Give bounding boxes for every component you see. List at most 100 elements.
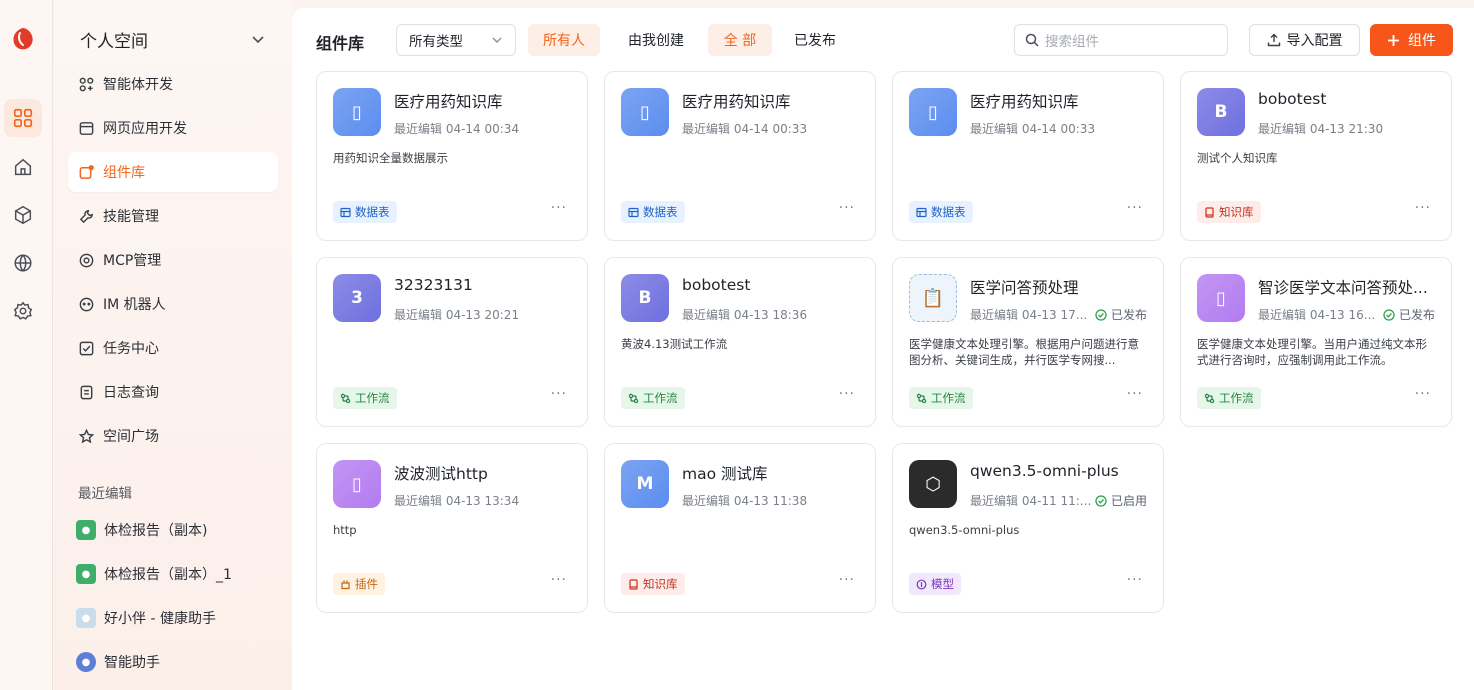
sidebar-item-skills[interactable]: 技能管理 bbox=[68, 196, 278, 236]
sidebar-item-label: 技能管理 bbox=[103, 209, 159, 225]
import-config-label: 导入配置 bbox=[1286, 33, 1343, 49]
component-name: qwen3.5-omni-plus bbox=[970, 462, 1119, 480]
recent-item[interactable]: ● 体检报告（副本）_1 bbox=[76, 552, 276, 596]
component-card[interactable]: ▯ 智诊医学文本问答预处... 最近编辑 04-13 16... 已发布 医学健… bbox=[1180, 257, 1452, 427]
more-icon[interactable]: ··· bbox=[1127, 572, 1143, 588]
type-select-value: 所有类型 bbox=[409, 34, 463, 50]
component-description: 黄波4.13测试工作流 bbox=[621, 337, 728, 351]
more-icon[interactable]: ··· bbox=[1415, 200, 1431, 216]
import-config-button[interactable]: 导入配置 bbox=[1249, 24, 1360, 56]
filter-status-all[interactable]: 全 部 bbox=[708, 24, 772, 56]
component-type-tag: 数据表 bbox=[621, 201, 685, 223]
component-type-tag: 数据表 bbox=[909, 201, 973, 223]
component-icon: 3 bbox=[333, 274, 381, 322]
page-title: 组件库 bbox=[316, 34, 365, 53]
upload-icon bbox=[1267, 33, 1280, 47]
component-icon: M bbox=[621, 460, 669, 508]
recent-item[interactable]: ● 好小伴 - 健康助手 bbox=[76, 596, 276, 640]
component-card[interactable]: ⬡ qwen3.5-omni-plus 最近编辑 04-11 11:... 已启… bbox=[892, 443, 1164, 613]
component-card[interactable]: B bobotest 最近编辑 04-13 18:36 黄波4.13测试工作流 … bbox=[604, 257, 876, 427]
log-icon bbox=[80, 385, 93, 399]
component-card[interactable]: ▯ 医疗用药知识库 最近编辑 04-14 00:33 数据表 ··· bbox=[604, 71, 876, 241]
more-icon[interactable]: ··· bbox=[551, 200, 567, 216]
sidebar-item-label: 任务中心 bbox=[103, 341, 159, 357]
rail-globe-icon[interactable] bbox=[4, 244, 42, 282]
recent-list: ● 体检报告（副本) ● 体检报告（副本）_1 ● 好小伴 - 健康助手 ● 智… bbox=[76, 508, 276, 684]
sidebar-item-webapp-dev[interactable]: 网页应用开发 bbox=[68, 108, 278, 148]
component-card[interactable]: ▯ 波波测试http 最近编辑 04-13 13:34 http 插件 ··· bbox=[316, 443, 588, 613]
component-grid: ▯ 医疗用药知识库 最近编辑 04-14 00:34 用药知识全量数据展示 数据… bbox=[316, 71, 1456, 613]
more-icon[interactable]: ··· bbox=[839, 200, 855, 216]
sidebar-item-label: IM 机器人 bbox=[103, 297, 166, 313]
tag-label: 工作流 bbox=[931, 391, 966, 405]
component-name: 医学问答预处理 bbox=[970, 279, 1079, 297]
rail-workspace-icon[interactable] bbox=[4, 99, 42, 137]
component-card[interactable]: ▯ 医疗用药知识库 最近编辑 04-14 00:34 用药知识全量数据展示 数据… bbox=[316, 71, 588, 241]
component-icon: ▯ bbox=[333, 88, 381, 136]
filter-status-published[interactable]: 已发布 bbox=[782, 24, 848, 56]
tag-label: 数据表 bbox=[931, 205, 966, 219]
sidebar-item-tasks[interactable]: 任务中心 bbox=[68, 328, 278, 368]
recent-item[interactable]: ● 体检报告（副本) bbox=[76, 508, 276, 552]
more-icon[interactable]: ··· bbox=[839, 572, 855, 588]
component-card[interactable]: ▯ 医疗用药知识库 最近编辑 04-14 00:33 数据表 ··· bbox=[892, 71, 1164, 241]
tag-label: 知识库 bbox=[1219, 205, 1254, 219]
search-input[interactable]: 搜索组件 bbox=[1014, 24, 1228, 56]
rail-home-icon[interactable] bbox=[4, 148, 42, 186]
sidebar-item-im-bot[interactable]: IM 机器人 bbox=[68, 284, 278, 324]
sidebar-item-agent-dev[interactable]: 智能体开发 bbox=[68, 64, 278, 104]
check-circle-icon bbox=[1095, 494, 1107, 507]
tag-label: 工作流 bbox=[355, 391, 390, 405]
component-name: bobotest bbox=[1258, 90, 1327, 108]
model-icon bbox=[916, 579, 927, 589]
component-type-tag: 工作流 bbox=[909, 387, 973, 409]
filter-owner-mine[interactable]: 由我创建 bbox=[616, 24, 696, 56]
recent-item-label: 智能助手 bbox=[104, 655, 160, 671]
last-edited: 最近编辑 04-13 16... bbox=[1258, 308, 1376, 322]
component-card[interactable]: 📋 医学问答预处理 最近编辑 04-13 17... 已发布 医学健康文本处理引… bbox=[892, 257, 1164, 427]
rail-cube-icon[interactable] bbox=[4, 196, 42, 234]
book-icon bbox=[1205, 206, 1214, 218]
component-icon: 📋 bbox=[909, 274, 957, 322]
component-card[interactable]: M mao 测试库 最近编辑 04-13 11:38 知识库 ··· bbox=[604, 443, 876, 613]
component-icon: B bbox=[621, 274, 669, 322]
more-icon[interactable]: ··· bbox=[1127, 200, 1143, 216]
component-card[interactable]: 3 32323131 最近编辑 04-13 20:21 工作流 ··· bbox=[316, 257, 588, 427]
app-logo bbox=[8, 24, 38, 54]
component-description: 用药知识全量数据展示 bbox=[333, 151, 448, 165]
chevron-down-icon bbox=[252, 36, 264, 44]
rail-settings-icon[interactable] bbox=[4, 292, 42, 330]
more-icon[interactable]: ··· bbox=[551, 386, 567, 402]
tag-label: 数据表 bbox=[355, 205, 390, 219]
last-edited: 最近编辑 04-11 11:... bbox=[970, 494, 1092, 508]
add-component-button[interactable]: 组件 bbox=[1370, 24, 1453, 56]
sidebar-item-space-square[interactable]: 空间广场 bbox=[68, 416, 278, 456]
more-icon[interactable]: ··· bbox=[839, 386, 855, 402]
recent-item[interactable]: ● 智能助手 bbox=[76, 640, 276, 684]
robot-icon bbox=[79, 297, 94, 311]
type-select[interactable]: 所有类型 bbox=[396, 24, 516, 56]
space-switcher[interactable]: 个人空间 bbox=[72, 22, 272, 56]
sidebar-item-mcp[interactable]: MCP管理 bbox=[68, 240, 278, 280]
more-icon[interactable]: ··· bbox=[551, 572, 567, 588]
component-name: 医疗用药知识库 bbox=[682, 93, 791, 111]
tag-label: 工作流 bbox=[1219, 391, 1254, 405]
component-name: 智诊医学文本问答预处... bbox=[1258, 279, 1428, 297]
component-type-tag: 工作流 bbox=[333, 387, 397, 409]
more-icon[interactable]: ··· bbox=[1127, 386, 1143, 402]
status-text: 已发布 bbox=[1398, 308, 1435, 322]
component-card[interactable]: B bobotest 最近编辑 04-13 21:30 测试个人知识库 知识库 … bbox=[1180, 71, 1452, 241]
component-name: mao 测试库 bbox=[682, 465, 768, 483]
tag-label: 知识库 bbox=[643, 577, 678, 591]
filter-owner-all[interactable]: 所有人 bbox=[528, 24, 600, 56]
component-description: http bbox=[333, 523, 357, 537]
sidebar-item-label: 组件库 bbox=[103, 165, 145, 181]
sidebar-item-components[interactable]: 组件库 bbox=[68, 152, 278, 192]
component-icon: ▯ bbox=[1197, 274, 1245, 322]
component-icon: B bbox=[1197, 88, 1245, 136]
recent-item-label: 好小伴 - 健康助手 bbox=[104, 611, 216, 627]
more-icon[interactable]: ··· bbox=[1415, 386, 1431, 402]
last-edited: 最近编辑 04-14 00:34 bbox=[394, 122, 520, 136]
tag-label: 模型 bbox=[931, 577, 954, 591]
sidebar-item-logs[interactable]: 日志查询 bbox=[68, 372, 278, 412]
